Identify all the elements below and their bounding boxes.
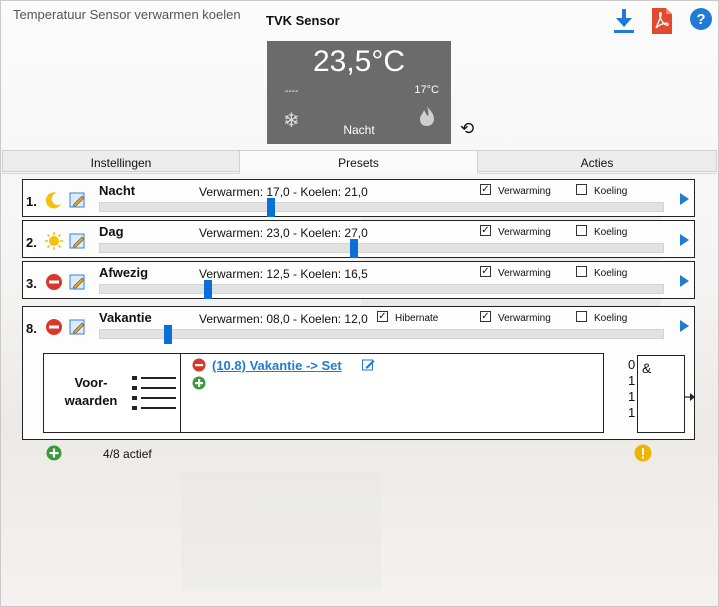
slider-thumb[interactable] bbox=[267, 198, 275, 217]
gate-input-value: 1 bbox=[628, 389, 636, 404]
refresh-icon[interactable]: ⟲ bbox=[460, 119, 474, 139]
koeling-checkbox[interactable] bbox=[576, 266, 587, 277]
slider-thumb[interactable] bbox=[164, 325, 172, 344]
conditions-title: Voor- waarden bbox=[56, 374, 126, 410]
flame-icon bbox=[417, 105, 437, 130]
preset-name: Afwezig bbox=[99, 265, 149, 280]
current-temperature: 23,5°C bbox=[312, 45, 406, 78]
app-title: Temperatuur Sensor verwarmen koelen bbox=[13, 7, 241, 22]
verwarming-checkbox[interactable]: ✓ bbox=[480, 266, 491, 277]
koeling-label: Koeling bbox=[594, 186, 628, 197]
expand-arrow-icon[interactable] bbox=[680, 193, 689, 205]
pdf-icon[interactable] bbox=[650, 7, 678, 35]
moon-icon bbox=[45, 191, 63, 209]
preset-slider[interactable] bbox=[99, 280, 664, 299]
gate-input-value: 1 bbox=[628, 373, 636, 388]
expand-arrow-icon[interactable] bbox=[680, 275, 689, 287]
expand-arrow-icon[interactable] bbox=[680, 234, 689, 246]
verwarming-label: Verwarming bbox=[498, 227, 551, 238]
svg-text:?: ? bbox=[696, 11, 705, 28]
help-icon[interactable]: ? bbox=[689, 7, 717, 35]
info-warning-icon[interactable] bbox=[634, 444, 652, 465]
koeling-label: Koeling bbox=[594, 227, 628, 238]
koeling-checkbox[interactable] bbox=[576, 225, 587, 236]
remove-condition-icon[interactable] bbox=[192, 358, 206, 375]
preset-values: Verwarmen: 12,5 - Koelen: 16,5 bbox=[199, 267, 368, 281]
preset-number: 3. bbox=[26, 276, 37, 291]
tab-presets[interactable]: Presets bbox=[239, 150, 478, 174]
add-preset-icon[interactable] bbox=[46, 445, 62, 464]
preset-row-afwezig: 3. Afwezig Verwarmen: 12,5 - Koelen: 16,… bbox=[22, 261, 695, 299]
verwarming-label: Verwarming bbox=[498, 313, 551, 324]
hibernate-label: Hibernate bbox=[395, 313, 439, 324]
tab-instellingen[interactable]: Instellingen bbox=[2, 150, 240, 172]
background-image-lower bbox=[181, 471, 381, 591]
sun-icon bbox=[45, 232, 63, 250]
preset-values: Verwarmen: 23,0 - Koelen: 27,0 bbox=[199, 226, 368, 240]
gate-symbol: & bbox=[642, 360, 652, 376]
preset-name: Dag bbox=[99, 224, 124, 239]
preset-name: Vakantie bbox=[99, 310, 152, 325]
preset-number: 2. bbox=[26, 235, 37, 250]
tab-acties[interactable]: Acties bbox=[477, 150, 717, 172]
preset-number: 8. bbox=[26, 321, 37, 336]
gate-input-value: 1 bbox=[628, 405, 636, 420]
condition-link[interactable]: (10.8) Vakantie -> Set bbox=[212, 358, 342, 373]
preset-number: 1. bbox=[26, 194, 37, 209]
verwarming-checkbox[interactable]: ✓ bbox=[480, 311, 491, 322]
verwarming-label: Verwarming bbox=[498, 268, 551, 279]
koeling-label: Koeling bbox=[594, 268, 628, 279]
conditions-title-line1: Voor- bbox=[74, 375, 108, 390]
koeling-label: Koeling bbox=[594, 313, 628, 324]
download-icon[interactable] bbox=[610, 7, 638, 35]
hibernate-checkbox[interactable]: ✓ bbox=[377, 311, 388, 322]
koeling-checkbox[interactable] bbox=[576, 184, 587, 195]
conditions-title-line2: waarden bbox=[64, 393, 118, 408]
header-title: TVK Sensor bbox=[266, 13, 340, 28]
slider-thumb[interactable] bbox=[350, 239, 358, 258]
remove-icon[interactable] bbox=[45, 273, 63, 291]
active-count: 4/8 actief bbox=[103, 447, 152, 461]
verwarming-checkbox[interactable]: ✓ bbox=[480, 225, 491, 236]
thermostat-panel: 23,5°C ---- 17°C ❄ Nacht bbox=[267, 41, 451, 144]
edit-condition-icon[interactable] bbox=[362, 358, 375, 374]
remove-icon[interactable] bbox=[45, 318, 63, 336]
preset-row-vakantie: 8. Vakantie Verwarmen: 08,0 - Koelen: 12… bbox=[22, 306, 695, 440]
preset-slider[interactable] bbox=[99, 198, 664, 217]
app-window: Temperatuur Sensor verwarmen koelen TVK … bbox=[0, 0, 719, 607]
edit-icon[interactable] bbox=[69, 232, 87, 250]
secondary-value: ---- bbox=[285, 86, 299, 97]
preset-values: Verwarmen: 08,0 - Koelen: 12,0 bbox=[199, 312, 368, 326]
tab-bar: Instellingen Presets Acties bbox=[2, 150, 717, 174]
expand-arrow-icon[interactable] bbox=[680, 320, 689, 332]
gate-input-value: 0 bbox=[628, 357, 636, 372]
set-temperature: 17°C bbox=[414, 84, 439, 96]
and-gate: & bbox=[637, 355, 685, 433]
edit-icon[interactable] bbox=[69, 318, 87, 336]
verwarming-label: Verwarming bbox=[498, 186, 551, 197]
edit-icon[interactable] bbox=[69, 273, 87, 291]
preset-row-dag: 2. Dag Verwarmen: 23,0 - Koelen: 27,0 ✓ … bbox=[22, 220, 695, 258]
conditions-panel: Voor- waarden (10.8) Vakantie -> Set bbox=[43, 353, 604, 433]
preset-values: Verwarmen: 17,0 - Koelen: 21,0 bbox=[199, 185, 368, 199]
preset-name: Nacht bbox=[99, 183, 136, 198]
gate-output-arrow-icon bbox=[685, 390, 695, 404]
conditions-header: Voor- waarden bbox=[44, 354, 181, 432]
preset-slider[interactable] bbox=[99, 239, 664, 258]
preset-row-nacht: 1. Nacht Verwarmen: 17,0 - Koelen: 21,0 … bbox=[22, 179, 695, 217]
verwarming-checkbox[interactable]: ✓ bbox=[480, 184, 491, 195]
gate-inputs: 0 1 1 1 bbox=[628, 357, 635, 421]
list-icon bbox=[132, 374, 178, 417]
slider-thumb[interactable] bbox=[204, 280, 212, 299]
edit-icon[interactable] bbox=[69, 191, 87, 209]
koeling-checkbox[interactable] bbox=[576, 311, 587, 322]
add-condition-icon[interactable] bbox=[192, 376, 206, 393]
preset-slider[interactable] bbox=[99, 325, 664, 344]
